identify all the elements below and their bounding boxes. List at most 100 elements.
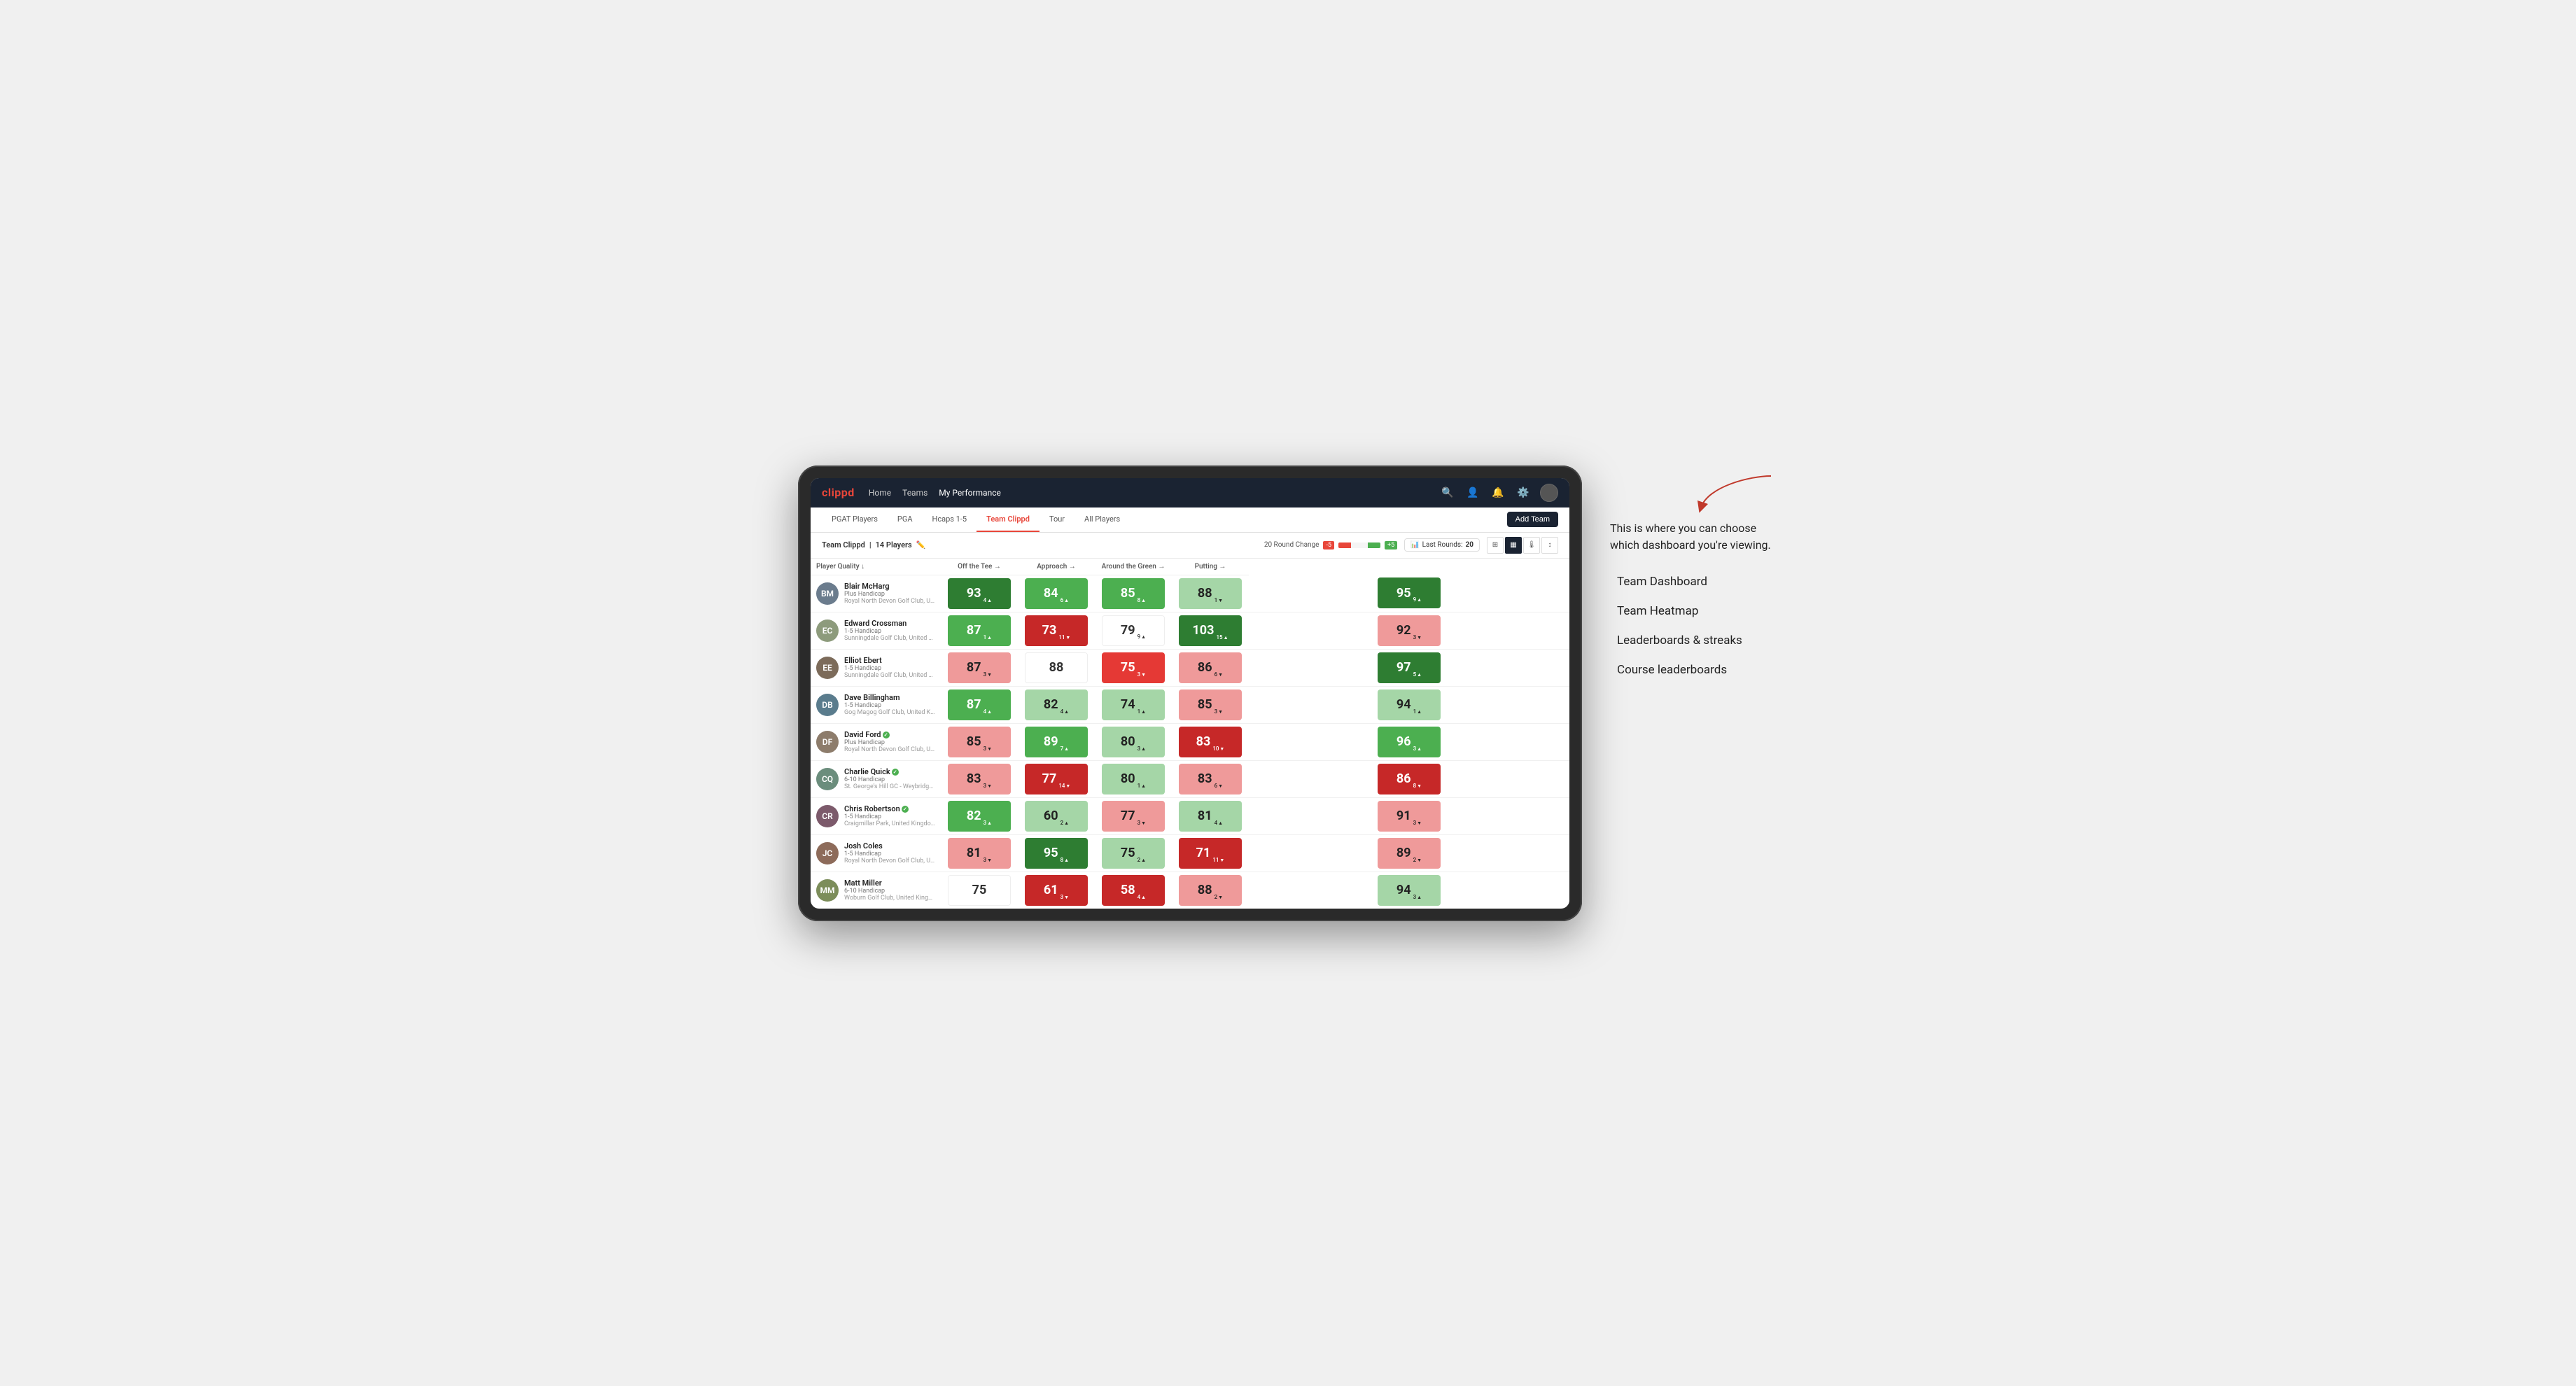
player-club: Sunningdale Golf Club, United Kingdom (844, 635, 935, 642)
annotation-item-3: Course leaderboards (1617, 663, 1778, 677)
annotation-panel: This is where you can choose which dashb… (1610, 465, 1778, 677)
change-info: 11 (1212, 857, 1224, 864)
add-team-button[interactable]: Add Team (1507, 512, 1558, 527)
metric-cell: 853 (1172, 686, 1249, 723)
tab-pgat[interactable]: PGAT Players (822, 507, 888, 532)
player-cell-td: JCJosh Coles1-5 HandicapRoyal North Devo… (811, 834, 941, 872)
change-info: 8 (1060, 857, 1069, 864)
change-negative: -5 (1323, 541, 1334, 550)
tablet-screen: clippd Home Teams My Performance 🔍 👤 🔔 ⚙… (811, 478, 1569, 909)
player-cell[interactable]: CRChris Robertson✓1-5 HandicapCraigmilla… (811, 800, 941, 832)
change-info: 3 (1138, 820, 1146, 827)
metric-box: 897 (1025, 727, 1088, 757)
player-cell[interactable]: EEElliot Ebert1-5 HandicapSunningdale Go… (811, 652, 941, 683)
col-aroundgreen[interactable]: Around the Green → (1095, 559, 1172, 575)
round-change-label: 20 Round Change (1264, 541, 1320, 549)
tab-tour[interactable]: Tour (1040, 507, 1074, 532)
person-icon[interactable]: 👤 (1464, 484, 1481, 501)
arrow-up-icon (1064, 857, 1069, 863)
col-offtee[interactable]: Off the Tee → (941, 559, 1018, 575)
view-sort-btn[interactable]: ↕ (1541, 537, 1558, 554)
change-info: 3 (1060, 894, 1069, 902)
arrow-up-icon (1141, 857, 1146, 863)
arrow-down-icon (1417, 634, 1422, 640)
score-value: 89 (1396, 846, 1411, 860)
metric-cell: 753 (1095, 649, 1172, 686)
change-info: 3 (1138, 746, 1146, 753)
arrow-svg (1694, 472, 1778, 514)
player-cell-td: CQCharlie Quick✓6-10 HandicapSt. George'… (811, 760, 941, 797)
arrow-up-icon (1417, 596, 1422, 603)
arrow-up-icon (987, 597, 992, 603)
view-table-btn[interactable]: ▦ (1505, 537, 1522, 554)
player-club: Gog Magog Golf Club, United Kingdom (844, 709, 935, 716)
view-grid-btn[interactable]: ⊞ (1487, 537, 1504, 554)
col-putting[interactable]: Putting → (1172, 559, 1249, 575)
score-value: 83 (967, 771, 981, 786)
player-cell[interactable]: JCJosh Coles1-5 HandicapRoyal North Devo… (811, 837, 941, 869)
change-info: 10 (1212, 746, 1224, 753)
player-club: Woburn Golf Club, United Kingdom (844, 895, 935, 902)
player-info: Blair McHargPlus HandicapRoyal North Dev… (844, 582, 935, 605)
annotation-items: Team Dashboard Team Heatmap Leaderboards… (1610, 575, 1778, 677)
player-cell[interactable]: CQCharlie Quick✓6-10 HandicapSt. George'… (811, 763, 941, 794)
metric-cell: 958 (1018, 834, 1095, 872)
last-rounds-value: 20 (1466, 541, 1474, 549)
change-info: 3 (983, 746, 992, 753)
metric-cell: 833 (941, 760, 1018, 797)
annotation-arrow (1610, 472, 1778, 514)
view-heatmap-btn[interactable]: 🌡 (1523, 537, 1540, 554)
arrow-down-icon (1141, 671, 1146, 678)
last-rounds-button[interactable]: 📊 Last Rounds: 20 (1404, 538, 1480, 552)
arrow-up-icon (1417, 671, 1422, 678)
search-icon[interactable]: 🔍 (1439, 484, 1456, 501)
metric-box: 75 (948, 875, 1011, 906)
metric-box: 613 (1025, 875, 1088, 906)
col-approach[interactable]: Approach → (1018, 559, 1095, 575)
player-cell[interactable]: BMBlair McHargPlus HandicapRoyal North D… (811, 578, 941, 609)
col-player[interactable]: Player Quality ↓ (811, 559, 941, 575)
verified-icon: ✓ (902, 806, 909, 813)
last-rounds-label: Last Rounds: (1422, 541, 1463, 549)
metric-box: 813 (948, 838, 1011, 869)
player-avatar: DB (816, 694, 839, 716)
score-value: 93 (967, 586, 981, 601)
metric-cell: 8310 (1172, 723, 1249, 760)
metric-box: 7714 (1025, 764, 1088, 794)
player-avatar: DF (816, 731, 839, 753)
nav-link-myperformance[interactable]: My Performance (939, 485, 1001, 500)
page-wrapper: clippd Home Teams My Performance 🔍 👤 🔔 ⚙… (798, 465, 1778, 921)
score-value: 88 (1049, 660, 1064, 675)
arrow-up-icon (1141, 783, 1146, 789)
player-cell[interactable]: MMMatt Miller6-10 HandicapWoburn Golf Cl… (811, 874, 941, 906)
score-value: 81 (967, 846, 981, 860)
arrow-up-icon (1064, 597, 1069, 603)
edit-icon[interactable]: ✏️ (916, 540, 926, 550)
metric-cell: 602 (1018, 797, 1095, 834)
change-info: 5 (1413, 671, 1422, 679)
tab-teamclippd[interactable]: Team Clippd (976, 507, 1040, 532)
settings-icon[interactable]: ⚙️ (1515, 484, 1532, 501)
player-cell[interactable]: DBDave Billingham1-5 HandicapGog Magog G… (811, 689, 941, 720)
tab-allplayers[interactable]: All Players (1074, 507, 1130, 532)
arrow-up-icon (1218, 820, 1223, 826)
change-info: 1 (1214, 597, 1223, 605)
arrow-down-icon (1417, 783, 1422, 789)
metric-box: 934 (948, 578, 1011, 609)
bell-icon[interactable]: 🔔 (1490, 484, 1506, 501)
arrow-up-icon (1417, 708, 1422, 715)
score-value: 58 (1121, 883, 1135, 897)
metric-cell: 7111 (1172, 834, 1249, 872)
tab-hcaps[interactable]: Hcaps 1-5 (923, 507, 977, 532)
avatar[interactable] (1540, 484, 1558, 502)
player-cell[interactable]: DFDavid Ford✓Plus HandicapRoyal North De… (811, 726, 941, 757)
metric-box: 943 (1378, 875, 1441, 906)
nav-link-home[interactable]: Home (869, 485, 891, 500)
arrow-down-icon (1219, 746, 1224, 752)
player-name: Dave Billingham (844, 693, 935, 702)
player-avatar: EC (816, 620, 839, 642)
player-cell[interactable]: ECEdward Crossman1-5 HandicapSunningdale… (811, 615, 941, 646)
tab-pga[interactable]: PGA (888, 507, 923, 532)
nav-link-teams[interactable]: Teams (902, 485, 927, 500)
score-value: 92 (1396, 623, 1411, 638)
